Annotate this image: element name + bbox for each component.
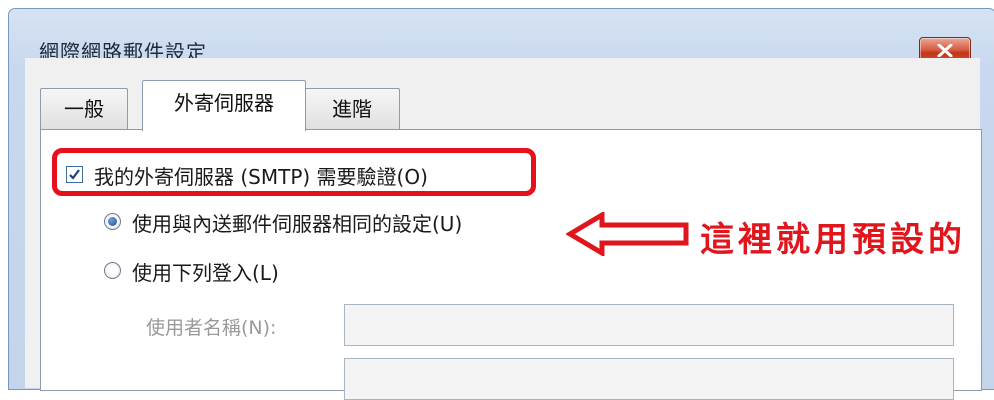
radio-login-with-label[interactable]: 使用下列登入(L) bbox=[132, 257, 279, 286]
radio-selected-dot bbox=[108, 217, 117, 226]
annotation-highlight-box bbox=[52, 148, 536, 196]
annotation-arrow-icon bbox=[566, 212, 689, 256]
radio-login-with[interactable] bbox=[104, 262, 121, 279]
close-icon bbox=[937, 44, 953, 57]
username-label: 使用者名稱(N): bbox=[146, 317, 277, 339]
password-input[interactable] bbox=[344, 358, 954, 400]
username-input[interactable] bbox=[344, 304, 954, 346]
tab-label: 外寄伺服器 bbox=[174, 91, 274, 115]
annotation-text: 這裡就用預設的 bbox=[700, 220, 966, 260]
tab-advanced[interactable]: 進階 bbox=[304, 88, 400, 129]
tab-label: 進階 bbox=[332, 97, 372, 121]
radio-same-settings-label[interactable]: 使用與內送郵件伺服器相同的設定(U) bbox=[132, 208, 462, 237]
radio-same-settings[interactable] bbox=[104, 213, 121, 230]
tab-general[interactable]: 一般 bbox=[40, 88, 128, 129]
tab-outgoing-server[interactable]: 外寄伺服器 bbox=[142, 80, 306, 131]
tab-label: 一般 bbox=[64, 97, 104, 121]
